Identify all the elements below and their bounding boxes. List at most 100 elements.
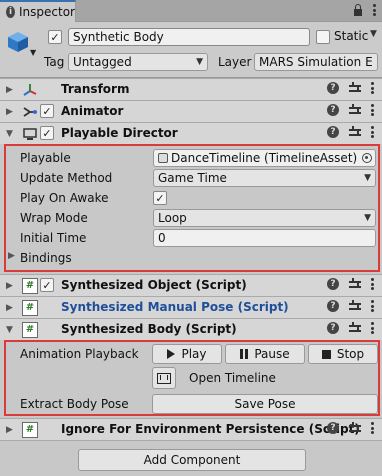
help-icon[interactable]: ? [327, 300, 339, 312]
info-icon: i [6, 6, 16, 18]
gameobject-name-field[interactable]: Synthetic Body [68, 28, 310, 46]
pause-label: Pause [254, 347, 290, 361]
layer-value: MARS Simulation E [259, 55, 373, 69]
component-title: Ignore For Environment Persistence (Scri… [61, 422, 360, 436]
presets-icon[interactable] [349, 82, 361, 94]
layer-dropdown[interactable]: MARS Simulation E [254, 53, 378, 71]
timeline-asset-icon [158, 153, 168, 163]
stop-button[interactable]: Stop [308, 344, 378, 364]
component-controls: ? [327, 104, 374, 116]
foldout-open-arrow-icon[interactable]: ▼ [6, 325, 13, 335]
tag-dropdown[interactable]: Untagged ▼ [68, 53, 208, 71]
help-icon[interactable]: ? [327, 104, 339, 116]
inspector-tab-bar: i Inspector [0, 0, 382, 22]
presets-icon[interactable] [349, 104, 361, 116]
component-menu-icon[interactable] [371, 126, 374, 138]
component-animator[interactable]: ▶ ✓ Animator ? [0, 100, 382, 122]
play-button[interactable]: Play [152, 344, 222, 364]
save-pose-button[interactable]: Save Pose [152, 394, 378, 414]
pause-button[interactable]: Pause [225, 344, 305, 364]
component-title: Playable Director [61, 126, 178, 140]
component-title: Transform [61, 82, 130, 96]
foldout-arrow-icon[interactable]: ▶ [6, 281, 13, 291]
foldout-open-arrow-icon[interactable]: ▼ [6, 129, 13, 139]
foldout-arrow-icon[interactable]: ▶ [6, 425, 13, 435]
update-method-dropdown[interactable]: Game Time ▼ [153, 169, 376, 187]
component-menu-icon[interactable] [371, 82, 374, 94]
pause-icon [240, 349, 249, 359]
component-title: Synthesized Manual Pose (Script) [61, 300, 289, 314]
tab-menu-icon[interactable] [373, 4, 376, 16]
component-title: Animator [61, 104, 124, 118]
wrap-mode-dropdown[interactable]: Loop ▼ [153, 209, 376, 227]
help-icon[interactable]: ? [327, 278, 339, 290]
tag-label: Tag [44, 55, 65, 69]
open-timeline-button[interactable] [152, 367, 176, 389]
static-checkbox[interactable] [316, 30, 330, 44]
bindings-label[interactable]: Bindings [20, 251, 72, 265]
playable-value: DanceTimeline (TimelineAsset) [171, 151, 358, 165]
component-synthesized-object[interactable]: ▶ # ✓ Synthesized Object (Script) ? [0, 274, 382, 296]
presets-icon[interactable] [349, 422, 361, 434]
add-component-button[interactable]: Add Component [78, 449, 306, 471]
playable-object-field[interactable]: DanceTimeline (TimelineAsset) [153, 149, 376, 167]
component-enabled-checkbox[interactable]: ✓ [40, 126, 54, 140]
bindings-foldout-arrow-icon[interactable]: ▶ [8, 251, 15, 261]
static-dropdown-arrow[interactable]: ▼ [370, 29, 377, 39]
layer-label: Layer [218, 55, 252, 69]
play-icon [167, 349, 176, 359]
presets-icon[interactable] [349, 126, 361, 138]
cube-icon[interactable] [6, 30, 30, 54]
foldout-arrow-icon[interactable]: ▶ [6, 303, 13, 313]
lock-icon[interactable] [353, 4, 363, 16]
gameobject-active-checkbox[interactable]: ✓ [48, 30, 62, 44]
help-icon[interactable]: ? [327, 322, 339, 334]
inspector-tab[interactable]: i Inspector [0, 0, 76, 22]
component-transform[interactable]: ▶ Transform ? [0, 78, 382, 100]
component-playable-director[interactable]: ▼ ✓ Playable Director ? [0, 122, 382, 144]
component-synthesized-manual-pose[interactable]: ▶ # Synthesized Manual Pose (Script) ? [0, 296, 382, 318]
component-menu-icon[interactable] [371, 322, 374, 334]
update-method-value: Game Time [158, 171, 227, 185]
icon-dropdown-arrow[interactable]: ▼ [30, 48, 36, 57]
foldout-arrow-icon[interactable]: ▶ [6, 85, 13, 95]
add-component-label: Add Component [143, 453, 241, 467]
component-menu-icon[interactable] [371, 422, 374, 434]
help-icon[interactable]: ? [327, 422, 339, 434]
play-on-awake-label: Play On Awake [20, 191, 109, 205]
help-icon[interactable]: ? [327, 82, 339, 94]
script-icon: # [22, 278, 38, 294]
component-enabled-checkbox[interactable]: ✓ [40, 278, 54, 292]
initial-time-field[interactable]: 0 [153, 229, 376, 247]
add-component-area: Add Component [0, 440, 382, 476]
chevron-down-icon: ▼ [364, 173, 371, 183]
presets-icon[interactable] [349, 278, 361, 290]
wrap-mode-label: Wrap Mode [20, 211, 88, 225]
presets-icon[interactable] [349, 300, 361, 312]
component-enabled-checkbox[interactable]: ✓ [40, 104, 54, 118]
gameobject-header: ▼ ✓ Synthetic Body Static ▼ Tag Untagged… [0, 22, 382, 78]
extract-body-pose-label: Extract Body Pose [20, 397, 129, 411]
help-icon[interactable]: ? [327, 126, 339, 138]
component-synthesized-body[interactable]: ▼ # Synthesized Body (Script) ? [0, 318, 382, 340]
component-title: Synthesized Object (Script) [61, 278, 247, 292]
component-menu-icon[interactable] [371, 300, 374, 312]
component-ignore-environment-persistence[interactable]: ▶ # Ignore For Environment Persistence (… [0, 418, 382, 440]
play-label: Play [181, 347, 207, 361]
script-icon: # [22, 300, 38, 316]
component-controls: ? [327, 82, 374, 94]
component-menu-icon[interactable] [371, 104, 374, 116]
object-picker-icon[interactable] [362, 153, 372, 163]
transform-axes-icon [23, 84, 37, 96]
save-pose-label: Save Pose [234, 397, 296, 411]
presets-icon[interactable] [349, 322, 361, 334]
component-menu-icon[interactable] [371, 278, 374, 290]
animation-playback-label: Animation Playback [20, 347, 139, 361]
foldout-arrow-icon[interactable]: ▶ [6, 107, 13, 117]
timeline-film-icon [157, 372, 171, 384]
tag-value: Untagged [73, 55, 132, 69]
animator-icon [23, 107, 37, 117]
playable-director-icon [23, 128, 37, 140]
play-on-awake-checkbox[interactable]: ✓ [153, 191, 167, 205]
tab-controls [353, 4, 376, 16]
